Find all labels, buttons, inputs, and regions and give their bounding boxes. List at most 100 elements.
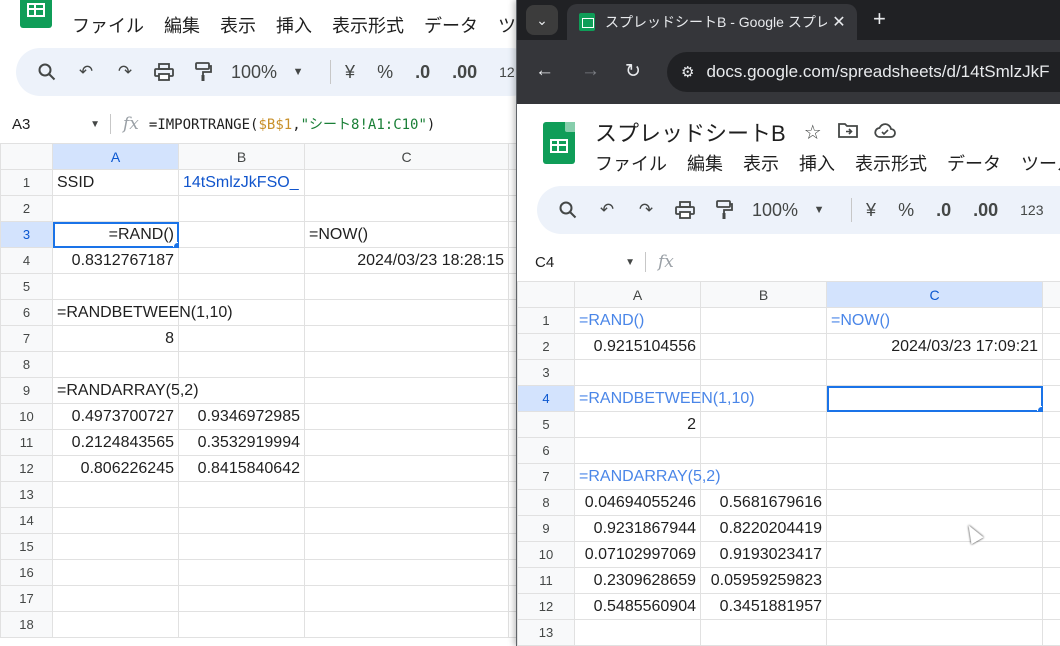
cell[interactable] bbox=[700, 411, 827, 438]
cell[interactable] bbox=[826, 541, 1043, 568]
search-icon[interactable] bbox=[36, 61, 58, 83]
cloud-saved-icon[interactable] bbox=[874, 121, 896, 144]
col-header-b[interactable]: B bbox=[178, 143, 305, 170]
row-header[interactable]: 10 bbox=[0, 403, 53, 430]
cell[interactable] bbox=[178, 611, 305, 638]
cell[interactable] bbox=[304, 611, 509, 638]
row-header[interactable]: 4 bbox=[0, 247, 53, 274]
cell[interactable] bbox=[178, 195, 305, 222]
cell[interactable] bbox=[178, 247, 305, 274]
cell[interactable] bbox=[826, 593, 1043, 620]
cell[interactable] bbox=[52, 533, 179, 560]
cell[interactable] bbox=[304, 325, 509, 352]
cell-b11[interactable]: 0.3532919994 bbox=[178, 429, 305, 456]
cell-a12[interactable]: 0.5485560904 bbox=[574, 593, 701, 620]
percent-format-button[interactable]: % bbox=[898, 200, 914, 221]
increase-decimal-button[interactable]: .00 bbox=[452, 62, 477, 83]
site-info-icon[interactable]: ⚙ bbox=[681, 63, 694, 81]
cell-c1[interactable] bbox=[304, 169, 509, 196]
cell[interactable] bbox=[304, 507, 509, 534]
increase-decimal-button[interactable]: .00 bbox=[973, 200, 998, 221]
row-header[interactable]: 17 bbox=[0, 585, 53, 612]
sheets-logo-icon[interactable] bbox=[20, 0, 52, 28]
browser-tab-active[interactable]: スプレッドシートB - Google スプレッ ✕ bbox=[567, 4, 857, 40]
cell[interactable] bbox=[1042, 541, 1060, 568]
cell-a1[interactable]: =RAND() bbox=[574, 307, 701, 334]
cell[interactable] bbox=[826, 463, 1043, 490]
cell-a4[interactable]: 0.8312767187 bbox=[52, 247, 179, 274]
cell[interactable] bbox=[826, 437, 1043, 464]
cell-c4-active[interactable] bbox=[826, 385, 1043, 412]
cell-a9[interactable]: =RANDARRAY(5,2) bbox=[52, 377, 199, 404]
cell-a10[interactable]: 0.4973700727 bbox=[52, 403, 179, 430]
menu-data[interactable]: データ bbox=[424, 12, 478, 38]
undo-icon[interactable]: ↶ bbox=[75, 61, 97, 83]
cell-a12[interactable]: 0.806226245 bbox=[52, 455, 179, 482]
chevron-down-icon[interactable]: ▼ bbox=[808, 199, 830, 221]
close-icon[interactable]: ✕ bbox=[827, 12, 851, 32]
cell[interactable] bbox=[178, 351, 305, 378]
row-header[interactable]: 9 bbox=[0, 377, 53, 404]
cell[interactable] bbox=[826, 489, 1043, 516]
forward-icon[interactable]: → bbox=[581, 60, 600, 82]
formula-input[interactable]: =IMPORTRANGE($B$1,"シート8!A1:C10") bbox=[149, 114, 435, 134]
cell[interactable] bbox=[52, 559, 179, 586]
menu-insert[interactable]: 挿入 bbox=[276, 12, 312, 38]
row-header[interactable]: 13 bbox=[0, 481, 53, 508]
cell[interactable] bbox=[178, 533, 305, 560]
currency-format-button[interactable]: ¥ bbox=[866, 200, 876, 221]
row-header[interactable]: 5 bbox=[517, 411, 575, 438]
cell-a7[interactable]: =RANDARRAY(5,2) bbox=[574, 463, 721, 490]
cell[interactable] bbox=[574, 619, 701, 646]
cell-a1[interactable]: SSID bbox=[52, 169, 179, 196]
cell[interactable] bbox=[1042, 463, 1060, 490]
cell[interactable] bbox=[304, 481, 509, 508]
print-icon[interactable] bbox=[153, 61, 175, 83]
row-header[interactable]: 16 bbox=[0, 559, 53, 586]
row-header[interactable]: 8 bbox=[0, 351, 53, 378]
corner-cell[interactable] bbox=[517, 281, 575, 308]
menu-data[interactable]: データ bbox=[947, 150, 1001, 176]
row-header[interactable]: 11 bbox=[0, 429, 53, 456]
row-header[interactable]: 3 bbox=[517, 359, 575, 386]
row-header[interactable]: 6 bbox=[517, 437, 575, 464]
menu-insert[interactable]: 挿入 bbox=[799, 150, 835, 176]
cell[interactable] bbox=[304, 585, 509, 612]
cell[interactable] bbox=[178, 481, 305, 508]
cell-a2[interactable]: 0.9215104556 bbox=[574, 333, 701, 360]
zoom-select[interactable]: 100% bbox=[752, 200, 798, 221]
cell-c2[interactable]: 2024/03/23 17:09:21 bbox=[826, 333, 1043, 360]
cell-b9[interactable]: 0.8220204419 bbox=[700, 515, 827, 542]
cell-b11[interactable]: 0.05959259823 bbox=[700, 567, 827, 594]
cell[interactable] bbox=[826, 515, 1043, 542]
fill-handle[interactable] bbox=[173, 242, 178, 247]
cell[interactable] bbox=[52, 351, 179, 378]
more-formats-button[interactable]: 12 bbox=[499, 64, 515, 80]
menu-file[interactable]: ファイル bbox=[595, 150, 667, 176]
url-bar[interactable]: ⚙ docs.google.com/spreadsheets/d/14tSmlz… bbox=[667, 52, 1060, 92]
cell[interactable] bbox=[52, 611, 179, 638]
cell-b10[interactable]: 0.9346972985 bbox=[178, 403, 305, 430]
paint-format-icon[interactable] bbox=[192, 61, 214, 83]
cell-b8[interactable]: 0.5681679616 bbox=[700, 489, 827, 516]
cell[interactable] bbox=[574, 437, 701, 464]
cell-b12[interactable]: 0.3451881957 bbox=[700, 593, 827, 620]
cell[interactable] bbox=[178, 507, 305, 534]
cell[interactable] bbox=[826, 411, 1043, 438]
row-header[interactable]: 7 bbox=[0, 325, 53, 352]
row-header[interactable]: 6 bbox=[0, 299, 53, 326]
row-header[interactable]: 5 bbox=[0, 273, 53, 300]
cell[interactable] bbox=[178, 559, 305, 586]
redo-icon[interactable]: ↷ bbox=[114, 61, 136, 83]
undo-icon[interactable]: ↶ bbox=[596, 199, 618, 221]
row-header[interactable]: 8 bbox=[517, 489, 575, 516]
cell-a8[interactable]: 0.04694055246 bbox=[574, 489, 701, 516]
cell[interactable] bbox=[700, 307, 827, 334]
menu-format[interactable]: 表示形式 bbox=[855, 150, 927, 176]
cell[interactable] bbox=[304, 273, 509, 300]
decrease-decimal-button[interactable]: .0 bbox=[936, 200, 951, 221]
new-tab-icon[interactable]: + bbox=[873, 6, 886, 32]
row-header[interactable]: 12 bbox=[0, 455, 53, 482]
percent-format-button[interactable]: % bbox=[377, 62, 393, 83]
cell-c4[interactable]: 2024/03/23 18:28:15 bbox=[304, 247, 509, 274]
